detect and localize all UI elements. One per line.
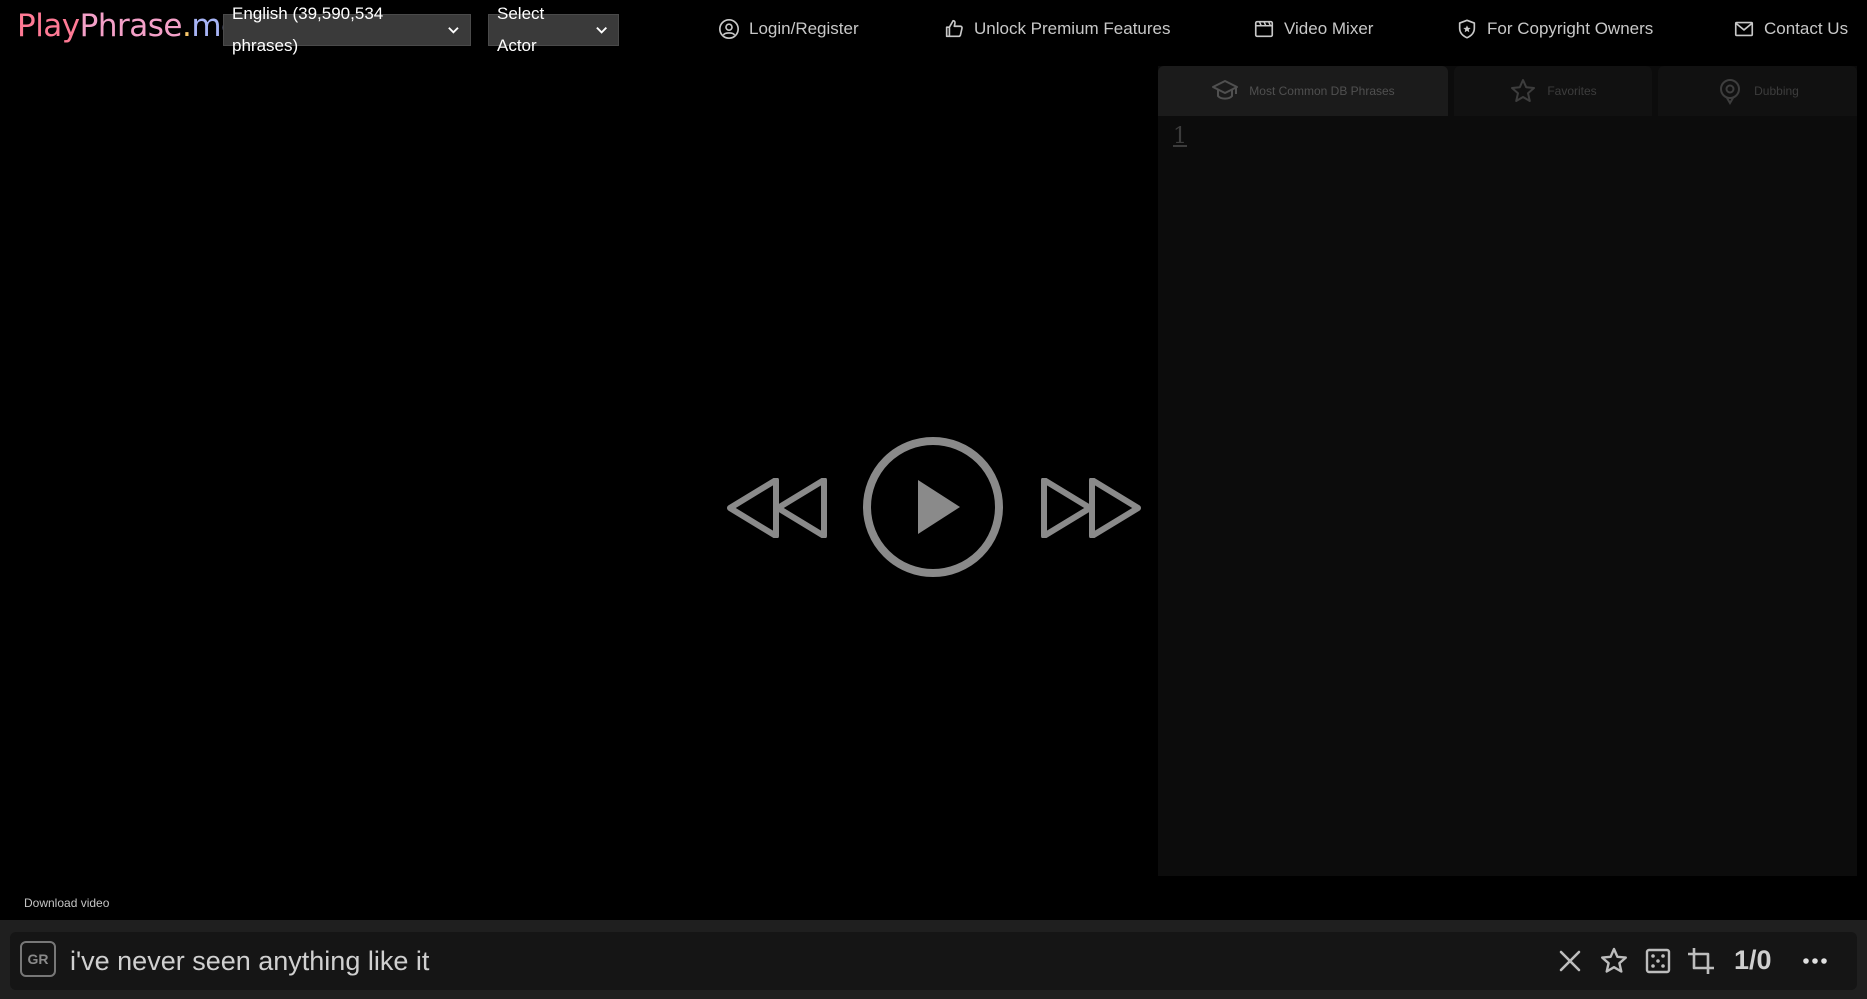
star-icon [1511, 79, 1536, 102]
tab-most-common-phrases-label: Most Common DB Phrases [1249, 84, 1395, 98]
nav-unlock-premium[interactable]: Unlock Premium Features [943, 0, 1171, 58]
fast-forward-icon[interactable] [1040, 478, 1142, 538]
search-bar-inner: GR i've never seen anything like it 1/0 [10, 932, 1857, 990]
star-icon[interactable] [1599, 946, 1629, 976]
side-panel: Most Common DB Phrases Favorites Dubbing [1158, 66, 1857, 876]
chevron-down-icon [448, 27, 459, 34]
nav-login-register-label: Login/Register [749, 19, 859, 38]
close-icon[interactable] [1555, 946, 1585, 976]
graduation-cap-icon [1212, 80, 1239, 100]
nav-copyright-owners[interactable]: For Copyright Owners [1456, 0, 1653, 58]
tab-favorites[interactable]: Favorites [1454, 66, 1652, 116]
nav-video-mixer-label: Video Mixer [1284, 19, 1374, 38]
shield-icon [1458, 19, 1476, 39]
logo-part-dot: . [181, 8, 192, 44]
phrase-list-number[interactable]: 1 [1173, 124, 1187, 149]
result-counter: 1/0 [1734, 945, 1772, 975]
location-icon [1720, 79, 1741, 105]
nav-contact-us-label: Contact Us [1764, 19, 1849, 38]
tab-favorites-label: Favorites [1547, 84, 1597, 98]
search-input[interactable]: i've never seen anything like it [70, 946, 429, 977]
site-logo[interactable]: PlayPhrase.me [17, 8, 240, 44]
mail-icon [1734, 21, 1754, 37]
tab-most-common-phrases[interactable]: Most Common DB Phrases [1158, 66, 1448, 116]
tab-dubbing-label: Dubbing [1754, 84, 1799, 98]
grammar-badge[interactable]: GR [20, 941, 56, 977]
chevron-down-icon [595, 26, 607, 34]
nav-copyright-owners-label: For Copyright Owners [1487, 19, 1654, 38]
logo-part-phrase: Phrase [79, 8, 183, 44]
rewind-icon[interactable] [726, 478, 828, 538]
nav-contact-us[interactable]: Contact Us [1733, 0, 1848, 58]
actor-select-value: Select Actor [497, 4, 545, 55]
nav-login-register[interactable]: Login/Register [718, 0, 859, 58]
search-bar: GR i've never seen anything like it 1/0 [0, 920, 1867, 999]
more-icon[interactable] [1800, 946, 1830, 976]
crop-icon[interactable] [1686, 946, 1716, 976]
dice-icon[interactable] [1643, 946, 1673, 976]
film-icon [1254, 20, 1274, 38]
language-select-value: English (39,590,534 phrases) [232, 4, 384, 55]
top-bar: PlayPhrase.me English (39,590,534 phrase… [0, 0, 1867, 58]
thumbs-up-icon [945, 19, 963, 38]
tab-dubbing[interactable]: Dubbing [1658, 66, 1857, 116]
play-icon[interactable] [862, 436, 1004, 578]
language-select[interactable]: English (39,590,534 phrases) [223, 4, 471, 55]
logo-part-play: Play [17, 8, 80, 44]
nav-unlock-premium-label: Unlock Premium Features [974, 19, 1171, 38]
nav-video-mixer[interactable]: Video Mixer [1253, 0, 1373, 58]
actor-select[interactable]: Select Actor [488, 4, 619, 55]
download-video-link[interactable]: Download video [24, 896, 109, 910]
user-circle-icon [719, 19, 739, 39]
